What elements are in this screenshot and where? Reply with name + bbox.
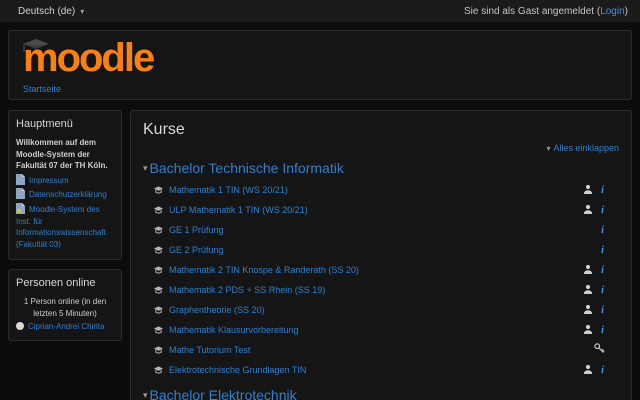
- course-link[interactable]: ULP Mathematik 1 TIN (WS 20/21): [169, 205, 583, 215]
- sidebar-menu-item: Datenschutzerklärung: [16, 188, 114, 201]
- info-icon[interactable]: i: [600, 305, 605, 316]
- language-selector[interactable]: Deutsch (de) ▾: [18, 6, 84, 17]
- document-icon: [16, 173, 25, 185]
- guest-text: Sie sind als Gast angemeldet (: [464, 5, 601, 17]
- moodle-logo: moodle: [19, 35, 155, 81]
- course-row: ULP Mathematik 1 TIN (WS 20/21) i: [143, 200, 619, 220]
- course-link[interactable]: GE 1 Prüfung: [169, 225, 600, 235]
- course-cap-icon: [153, 306, 164, 314]
- main-menu-block: Hauptmenü Willkommen auf dem Moodle-Syst…: [8, 110, 122, 261]
- login-link[interactable]: Login: [600, 6, 624, 17]
- guest-access-icon: [583, 321, 593, 339]
- login-status: Sie sind als Gast angemeldet (Login): [464, 6, 628, 17]
- course-row: GE 2 Prüfung i: [143, 240, 619, 260]
- course-cap-icon: [153, 226, 164, 234]
- course-category: ▾ Bachelor Technische Informatik Mathemat…: [143, 159, 619, 380]
- info-icon[interactable]: i: [600, 205, 605, 216]
- welcome-text: Willkommen auf dem Moodle-System der Fak…: [16, 138, 108, 171]
- sidebar-menu-link[interactable]: Impressum: [29, 176, 69, 185]
- chevron-down-icon: ▾: [143, 390, 148, 400]
- online-users-title: Personen online: [16, 277, 96, 290]
- course-row: Elektrotechnische Grundlagen TIN i: [143, 360, 619, 380]
- graduation-cap-icon: [23, 39, 49, 52]
- course-cap-icon: [153, 326, 164, 334]
- course-link[interactable]: GE 2 Prüfung: [169, 245, 600, 255]
- language-label: Deutsch (de): [18, 5, 76, 17]
- course-link[interactable]: Graphentheorie (SS 20): [169, 305, 583, 315]
- course-category: ▾Bachelor Elektrotechnik Mathematik Klau…: [143, 386, 619, 400]
- guest-access-icon: [583, 281, 593, 299]
- course-link[interactable]: Elektrotechnische Grundlagen TIN: [169, 365, 583, 375]
- course-link[interactable]: Mathematik 1 TIN (WS 20/21): [169, 185, 583, 195]
- url-icon: [16, 202, 25, 214]
- course-cap-icon: [153, 266, 164, 274]
- course-link[interactable]: Mathematik Klausurvorbereitung: [169, 325, 583, 335]
- online-user-link[interactable]: Ciprian-Andrei Chirita: [28, 322, 104, 331]
- course-row: Graphentheorie (SS 20) i: [143, 300, 619, 320]
- category-link[interactable]: Bachelor Elektrotechnik: [150, 387, 297, 400]
- course-row: Mathematik 2 PDS + SS Rhein (SS 19) i: [143, 280, 619, 300]
- guest-text-close: ): [624, 5, 628, 17]
- chevron-down-icon: ▾: [546, 144, 551, 153]
- course-row: Mathe Tutorium Test: [143, 340, 619, 360]
- home-link[interactable]: Startseite: [23, 84, 61, 94]
- guest-access-icon: [583, 261, 593, 279]
- online-user-row: Ciprian-Andrei Chirita: [16, 322, 114, 331]
- page-title: Kurse: [143, 121, 185, 138]
- chevron-down-icon: ▾: [143, 163, 148, 173]
- site-header: moodle Startseite: [8, 30, 632, 100]
- chevron-down-icon: ▾: [80, 6, 85, 16]
- course-link[interactable]: Mathe Tutorium Test: [169, 345, 594, 355]
- course-cap-icon: [153, 186, 164, 194]
- guest-access-icon: [583, 181, 593, 199]
- document-icon: [16, 188, 25, 200]
- courses-panel: Kurse ▾ Alles einklappen ▾ Bachelor Techni…: [130, 110, 632, 400]
- info-icon[interactable]: i: [600, 185, 605, 196]
- sidebar-menu-item: Impressum: [16, 173, 114, 187]
- guest-access-icon: [583, 361, 593, 379]
- sidebar-menu-item: Moodle-System des Inst. für Informations…: [16, 202, 114, 250]
- course-cap-icon: [153, 346, 164, 354]
- course-link[interactable]: Mathematik 2 TIN Knospe & Randerath (SS …: [169, 265, 583, 275]
- main-menu-title: Hauptmenü: [16, 118, 73, 130]
- info-icon[interactable]: i: [600, 225, 605, 236]
- info-icon[interactable]: i: [600, 245, 605, 256]
- info-icon[interactable]: i: [600, 285, 605, 296]
- course-row: GE 1 Prüfung i: [143, 220, 619, 240]
- sidebar-menu-link[interactable]: Datenschutzerklärung: [29, 190, 107, 199]
- guest-access-icon: [583, 201, 593, 219]
- course-cap-icon: [153, 286, 164, 294]
- sidebar-menu-link[interactable]: Moodle-System des Inst. für Informations…: [16, 205, 106, 249]
- enrolment-key-icon: [594, 341, 605, 359]
- category-link[interactable]: Bachelor Technische Informatik: [150, 160, 344, 176]
- info-icon[interactable]: i: [600, 365, 605, 376]
- course-link[interactable]: Mathematik 2 PDS + SS Rhein (SS 19): [169, 285, 583, 295]
- course-row: Mathematik 2 TIN Knospe & Randerath (SS …: [143, 260, 619, 280]
- info-icon[interactable]: i: [600, 265, 605, 276]
- course-row: Mathematik Klausurvorbereitung i: [143, 320, 619, 340]
- collapse-all-link[interactable]: Alles einklappen: [553, 143, 619, 153]
- info-icon[interactable]: i: [600, 325, 605, 336]
- online-users-block: Personen online 1 Person online (in den …: [8, 269, 122, 341]
- topbar: Deutsch (de) ▾ Sie sind als Gast angemel…: [0, 0, 640, 22]
- guest-access-icon: [583, 301, 593, 319]
- course-cap-icon: [153, 246, 164, 254]
- course-cap-icon: [153, 366, 164, 374]
- course-row: Mathematik 1 TIN (WS 20/21) i: [143, 180, 619, 200]
- avatar: [16, 322, 24, 331]
- sidebar: Hauptmenü Willkommen auf dem Moodle-Syst…: [8, 110, 122, 350]
- online-users-status: 1 Person online (in den letzten 5 Minute…: [23, 297, 107, 318]
- course-cap-icon: [153, 206, 164, 214]
